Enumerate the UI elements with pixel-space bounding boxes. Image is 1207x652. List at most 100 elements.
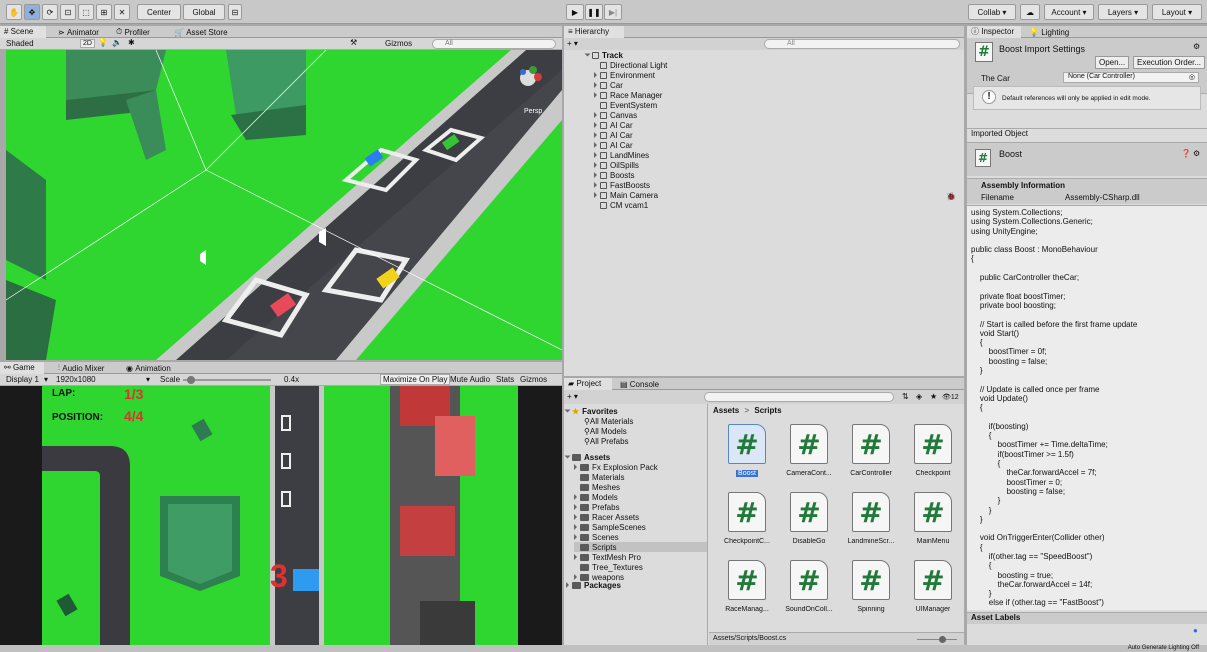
project-create-dropdown[interactable]: + ▾ (567, 392, 578, 401)
expand-arrow-icon[interactable] (594, 172, 597, 178)
tab-scene[interactable]: # Scene (0, 26, 46, 38)
script-asset[interactable]: # UIManager (903, 560, 963, 622)
hierarchy-item[interactable]: AI Car (594, 120, 633, 130)
rect-tool-icon[interactable]: ⬚ (78, 4, 94, 20)
breadcrumb-scripts[interactable]: Scripts (754, 406, 781, 415)
expand-arrow-icon[interactable] (574, 504, 577, 510)
lighting-toggle-icon[interactable]: 💡 (98, 38, 108, 47)
tab-asset-store[interactable]: 🛒 Asset Store (170, 26, 232, 38)
script-asset[interactable]: # RaceManag... (717, 560, 777, 622)
folder-item[interactable]: Scenes (574, 532, 619, 542)
filter-type-icon[interactable]: ⇅ (902, 392, 909, 401)
script-asset[interactable]: # Boost (717, 424, 777, 486)
hierarchy-item[interactable]: FastBoosts (594, 180, 650, 190)
expand-arrow-icon[interactable] (574, 494, 577, 500)
hierarchy-search-input[interactable]: All (764, 39, 960, 49)
hierarchy-item[interactable]: Directional Light (594, 60, 667, 70)
hierarchy-item[interactable]: AI Car (594, 140, 633, 150)
expand-arrow-icon[interactable] (594, 192, 597, 198)
hierarchy-item[interactable]: Car (594, 80, 623, 90)
folder-item[interactable]: Materials (574, 472, 624, 482)
2d-toggle[interactable]: 2D (80, 39, 95, 48)
tab-inspector[interactable]: ⓘ Inspector (967, 26, 1021, 38)
open-button[interactable]: Open... (1095, 56, 1130, 69)
icon-size-slider[interactable] (917, 636, 957, 643)
cloud-icon[interactable]: ☁ (1020, 4, 1040, 20)
execution-order-button[interactable]: Execution Order... (1133, 56, 1206, 69)
tab-console[interactable]: ▤ Console (616, 378, 663, 390)
scale-slider-thumb[interactable] (187, 376, 195, 384)
script-asset[interactable]: # SoundOnColl... (779, 560, 839, 622)
expand-arrow-icon[interactable] (594, 72, 597, 78)
folder-item[interactable]: SampleScenes (574, 522, 646, 532)
hierarchy-item[interactable]: Environment (594, 70, 655, 80)
resolution-dropdown[interactable]: 1920x1080 (56, 375, 96, 384)
scene-search-input[interactable]: All (432, 39, 556, 49)
hierarchy-item[interactable]: OilSpills (594, 160, 639, 170)
expand-arrow-icon[interactable] (594, 142, 597, 148)
scale-tool-icon[interactable]: ⊡ (60, 4, 76, 20)
expand-arrow-icon[interactable] (594, 92, 597, 98)
folder-item[interactable]: Models (574, 492, 618, 502)
script-asset[interactable]: # CheckpointC... (717, 492, 777, 554)
script-asset[interactable]: # CameraCont... (779, 424, 839, 486)
gizmos-dropdown[interactable]: Gizmos (385, 39, 412, 48)
expand-arrow-icon[interactable] (594, 122, 597, 128)
tab-hierarchy[interactable]: ≡ Hierarchy (564, 26, 624, 38)
favorites-item[interactable]: ⚲ All Prefabs (584, 436, 629, 446)
script-asset[interactable]: # MainMenu (903, 492, 963, 554)
expand-arrow-icon[interactable] (594, 182, 597, 188)
settings-gear-icon[interactable]: ⚙ (1193, 42, 1200, 51)
folder-item[interactable]: Fx Explosion Pack (574, 462, 658, 472)
layout-dropdown[interactable]: Layout ▾ (1152, 4, 1202, 20)
tab-game[interactable]: ⚯ Game (0, 362, 44, 374)
play-button[interactable]: ▶ (566, 4, 584, 20)
icon-size-thumb[interactable] (939, 636, 946, 643)
pivot-center-button[interactable]: Center (137, 4, 181, 20)
collab-dropdown[interactable]: Collab ▾ (968, 4, 1016, 20)
script-asset[interactable]: # LandmineScr... (841, 492, 901, 554)
filter-label-icon[interactable]: ◈ (916, 392, 922, 401)
hierarchy-item[interactable]: Race Manager (594, 90, 662, 100)
tab-project[interactable]: ▰ Project (564, 378, 612, 390)
folder-item[interactable]: TextMesh Pro (574, 552, 641, 562)
script-asset[interactable]: # Spinning (841, 560, 901, 622)
expand-arrow-icon[interactable] (574, 554, 577, 560)
scene-viewport[interactable]: Persp (6, 50, 562, 360)
hierarchy-item[interactable]: AI Car (594, 130, 633, 140)
favorites-item[interactable]: ⚲ All Models (584, 426, 627, 436)
create-dropdown[interactable]: + ▾ (567, 39, 578, 48)
expand-arrow-icon[interactable] (594, 152, 597, 158)
mute-audio-toggle[interactable]: Mute Audio (450, 375, 490, 384)
the-car-object-field[interactable]: None (Car Controller) ◎ (1063, 72, 1199, 83)
project-search-input[interactable] (704, 392, 894, 402)
script-asset[interactable]: # Checkpoint (903, 424, 963, 486)
favorites-header[interactable]: ★ Favorites (564, 406, 618, 416)
pause-button[interactable]: ❚❚ (585, 4, 603, 20)
hierarchy-item[interactable]: Boosts (594, 170, 634, 180)
persp-label[interactable]: Persp (524, 108, 542, 115)
script-asset[interactable]: # CarController (841, 424, 901, 486)
pivot-global-button[interactable]: Global (183, 4, 225, 20)
layers-dropdown[interactable]: Layers ▾ (1098, 4, 1148, 20)
shading-mode-dropdown[interactable]: Shaded (6, 39, 34, 48)
scale-slider[interactable] (183, 376, 271, 384)
object-picker-icon[interactable]: ◎ (1189, 73, 1195, 81)
custom-tool-icon[interactable]: ✕ (114, 4, 130, 20)
expand-arrow-icon[interactable] (594, 82, 597, 88)
expand-arrow-icon[interactable] (574, 514, 577, 520)
folder-item[interactable]: Scripts (574, 542, 707, 552)
audio-toggle-icon[interactable]: 🔈 (112, 38, 122, 47)
folder-item[interactable]: Meshes (574, 482, 620, 492)
folder-item[interactable]: Racer Assets (574, 512, 639, 522)
account-dropdown[interactable]: Account ▾ (1044, 4, 1094, 20)
expand-arrow-icon[interactable] (594, 162, 597, 168)
hierarchy-item[interactable]: Main Camera (594, 190, 658, 200)
expand-arrow-icon[interactable] (594, 112, 597, 118)
favorites-item[interactable]: ⚲ All Materials (584, 416, 633, 426)
expand-arrow-icon[interactable] (574, 464, 577, 470)
game-viewport[interactable]: LAP: 1/3 POSITION: 4/4 3 (0, 386, 562, 645)
object-settings-icon[interactable]: ⚙ (1193, 149, 1200, 158)
tab-profiler[interactable]: ⏱ Profiler (112, 26, 154, 38)
tab-animation[interactable]: ◉ Animation (122, 362, 175, 374)
